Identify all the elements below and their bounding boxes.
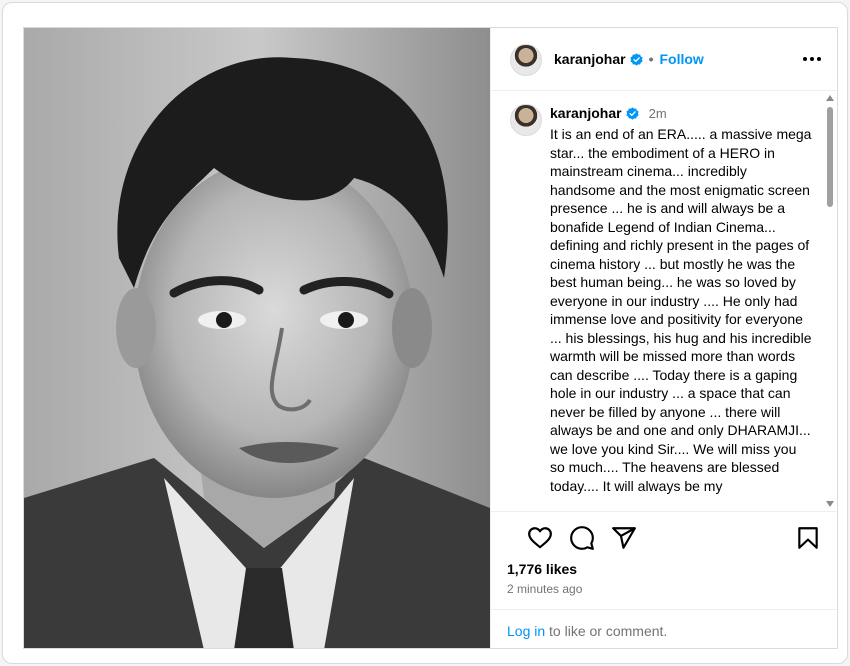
login-prompt-rest: to like or comment. [545, 623, 668, 639]
login-prompt-text: Log in to like or comment. [507, 623, 667, 639]
caption-scrollbar[interactable] [823, 91, 837, 511]
share-icon[interactable] [611, 525, 637, 551]
more-options-icon[interactable] [802, 50, 822, 68]
caption-author-avatar[interactable] [510, 104, 542, 136]
post-photo [24, 28, 490, 648]
instagram-post: karanjohar • Follow karanjohar 2m It is … [23, 27, 838, 649]
scrollbar-thumb[interactable] [827, 107, 833, 207]
post-side-panel: karanjohar • Follow karanjohar 2m It is … [490, 28, 837, 648]
separator-dot: • [648, 51, 654, 67]
caption-timestamp: 2m [648, 105, 667, 121]
login-prompt: Log in to like or comment. [491, 609, 837, 648]
caption-area: karanjohar 2m It is an end of an ERA....… [491, 91, 837, 511]
post-timestamp: 2 minutes ago [507, 582, 583, 596]
portrait-image [24, 28, 490, 648]
author-avatar[interactable] [510, 44, 542, 76]
caption-author-row: karanjohar 2m [550, 105, 667, 121]
login-link[interactable]: Log in [507, 623, 545, 639]
caption-author-username[interactable]: karanjohar [550, 105, 622, 121]
follow-button[interactable]: Follow [660, 51, 704, 67]
verified-badge-icon [630, 52, 643, 66]
heart-icon[interactable] [527, 525, 553, 551]
scroll-down-arrow-icon[interactable] [826, 501, 834, 507]
comment-icon[interactable] [569, 525, 595, 551]
post-actions: 1,776 likes 2 minutes ago Log in to like… [491, 511, 837, 648]
bookmark-icon[interactable] [795, 525, 821, 551]
caption-text: It is an end of an ERA..... a massive me… [550, 126, 812, 494]
likes-count[interactable]: 1,776 likes [507, 561, 577, 577]
post-header: karanjohar • Follow [491, 28, 837, 91]
author-username[interactable]: karanjohar [554, 51, 626, 67]
header-author-row: karanjohar • Follow [554, 51, 704, 67]
post-card: karanjohar • Follow karanjohar 2m It is … [2, 2, 848, 664]
verified-badge-icon [626, 106, 639, 120]
scroll-up-arrow-icon[interactable] [826, 95, 834, 101]
